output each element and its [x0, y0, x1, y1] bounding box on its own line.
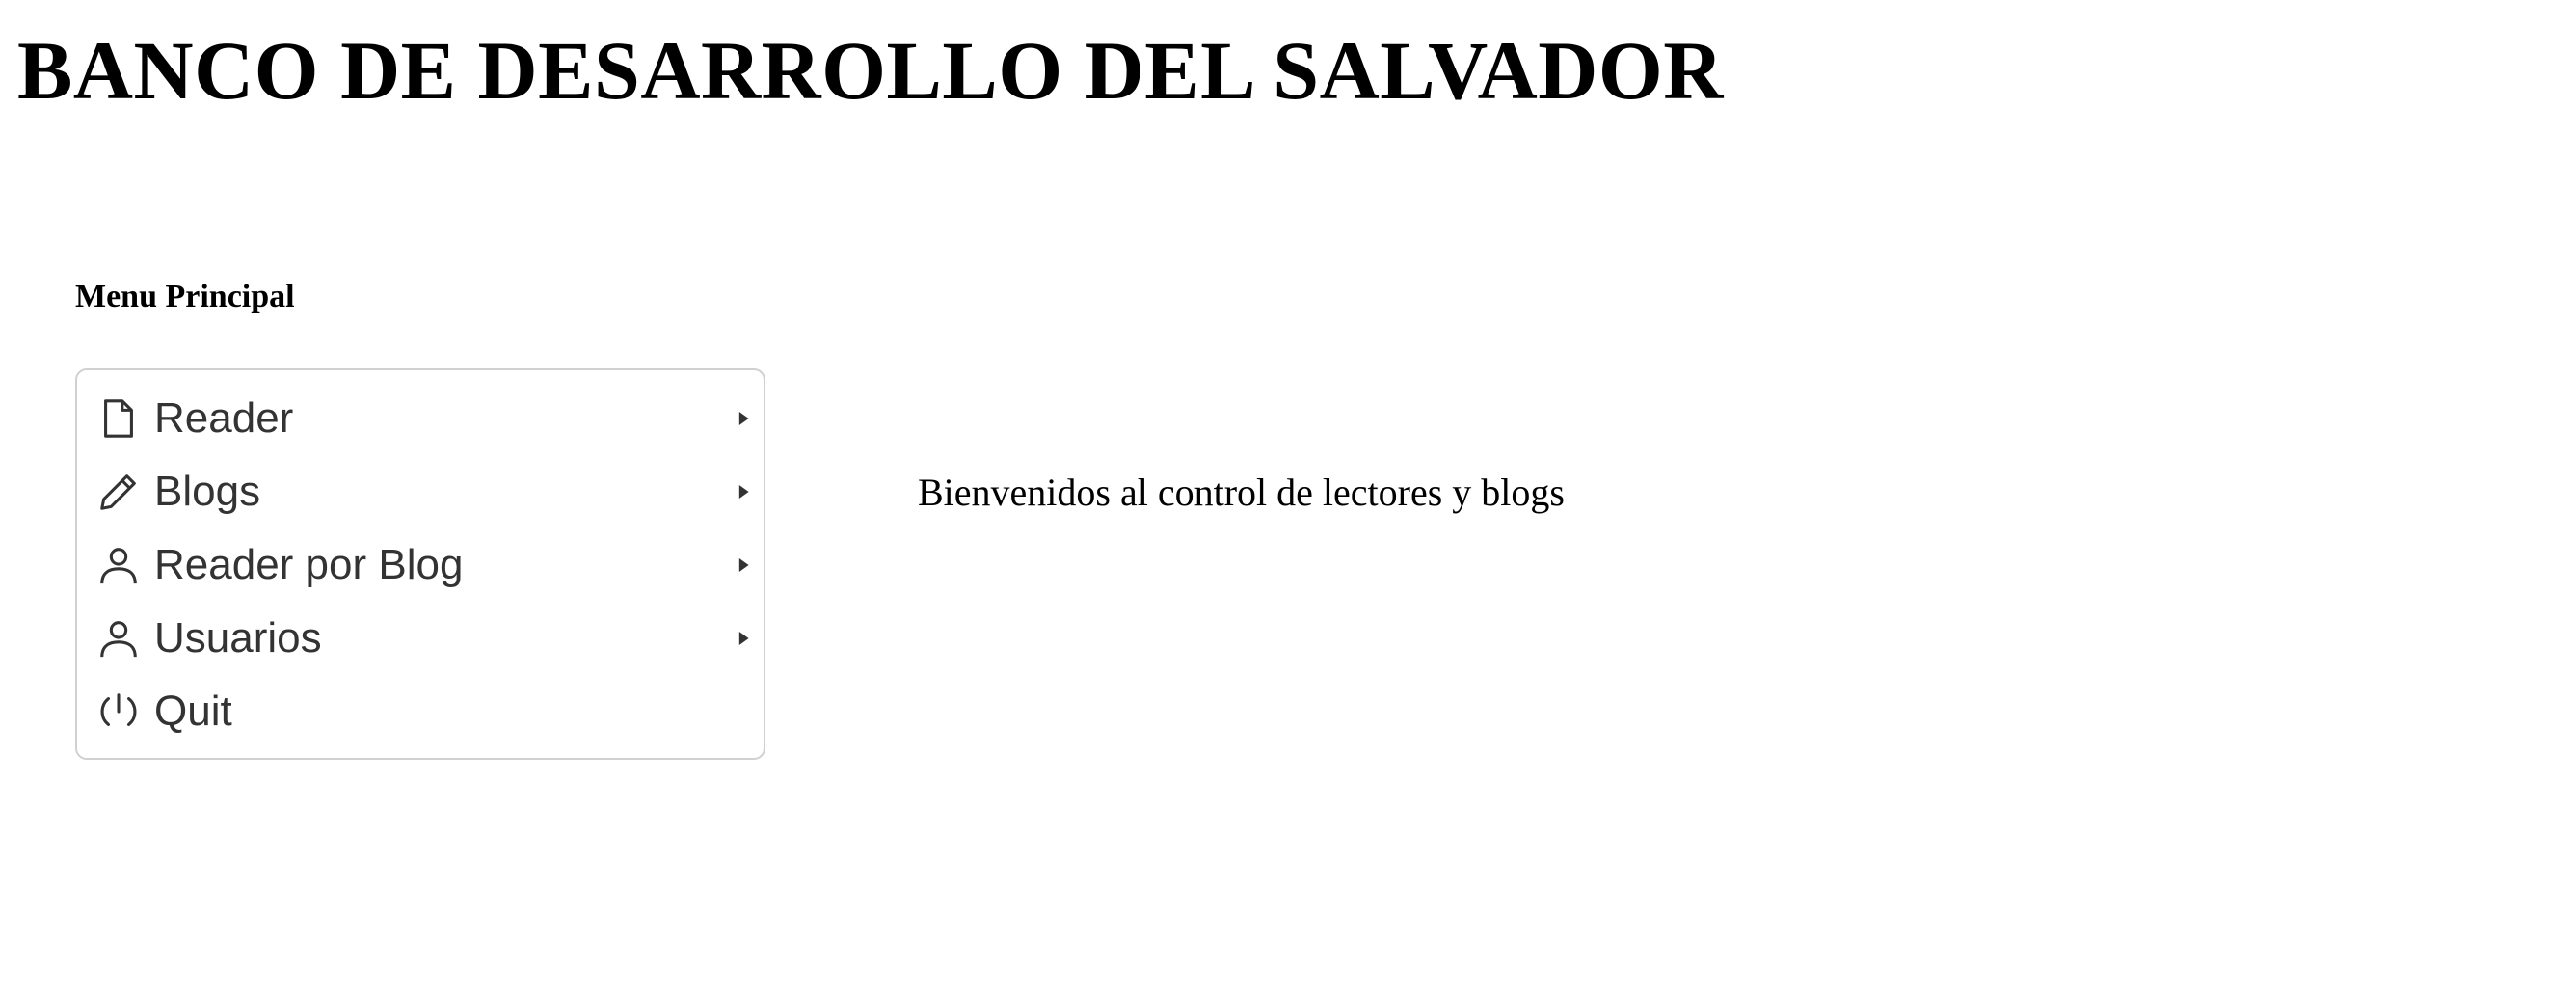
- menu-item-label: Quit: [154, 688, 232, 735]
- user-icon: [96, 616, 141, 661]
- menu-item-label: Usuarios: [154, 614, 322, 662]
- menu-item-label: Blogs: [154, 468, 261, 515]
- menu-item-usuarios[interactable]: Usuarios: [77, 602, 764, 675]
- menu-item-reader[interactable]: Reader: [77, 382, 764, 455]
- caret-right-icon: [733, 628, 754, 649]
- user-icon: [96, 543, 141, 587]
- pencil-icon: [96, 470, 141, 514]
- menu-item-blogs[interactable]: Blogs: [77, 455, 764, 528]
- caret-right-icon: [733, 481, 754, 502]
- main-menu: Reader Blogs Reader por Blog Usuarios Qu…: [75, 368, 765, 760]
- power-icon: [96, 689, 141, 734]
- caret-right-icon: [733, 408, 754, 429]
- menu-item-label: Reader por Blog: [154, 541, 464, 588]
- menu-item-label: Reader: [154, 394, 294, 442]
- menu-item-reader-por-blog[interactable]: Reader por Blog: [77, 528, 764, 602]
- page-title: BANCO DE DESARROLLO DEL SALVADOR: [17, 24, 1724, 117]
- caret-right-icon: [733, 554, 754, 576]
- menu-item-quit[interactable]: Quit: [77, 675, 764, 748]
- menu-heading: Menu Principal: [75, 279, 295, 314]
- welcome-message: Bienvenidos al control de lectores y blo…: [918, 471, 1565, 514]
- file-icon: [96, 396, 141, 441]
